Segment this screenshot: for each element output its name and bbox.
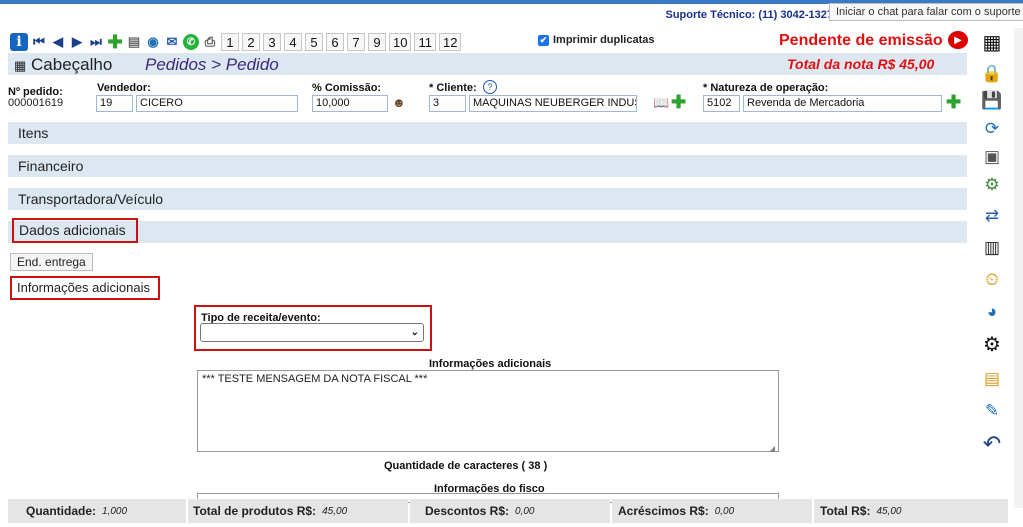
calculator-icon[interactable]: ▣ bbox=[980, 145, 1004, 169]
invoice-total: Total da nota R$ 45,00 bbox=[787, 56, 935, 72]
additions-value: 0,00 bbox=[714, 505, 735, 517]
grand-total-label: Total R$: bbox=[820, 504, 871, 518]
additional-data-highlight[interactable]: Dados adicionais bbox=[12, 218, 138, 243]
footer-total: Total R$: 45,00 bbox=[814, 499, 1008, 523]
section-carrier[interactable]: Transportadora/Veículo bbox=[8, 188, 967, 210]
section-items[interactable]: Itens bbox=[8, 122, 967, 144]
breadcrumb: Pedidos > Pedido bbox=[145, 55, 279, 74]
globe-icon[interactable]: ◉ bbox=[145, 34, 161, 50]
delivery-address-tab[interactable]: End. entrega bbox=[10, 253, 93, 271]
footer-additions: Acréscimos R$: 0,00 bbox=[612, 499, 812, 523]
settings-globe-icon[interactable]: ⚙ bbox=[980, 173, 1004, 197]
seller-label: Vendedor: bbox=[97, 82, 151, 94]
page-title-text: Cabeçalho bbox=[31, 55, 113, 74]
nature-name-input[interactable]: Revenda de Mercadoria bbox=[743, 95, 942, 112]
people-icon[interactable]: ☻ bbox=[392, 95, 406, 110]
products-total-label: Total de produtos R$: bbox=[193, 504, 317, 518]
book-icon[interactable]: 📖 bbox=[653, 95, 669, 111]
products-total-value: 45,00 bbox=[322, 505, 348, 517]
print-option-5[interactable]: 5 bbox=[305, 33, 323, 51]
grid-icon: ▦ bbox=[14, 58, 27, 73]
chevron-down-icon: ⌄ bbox=[410, 327, 419, 338]
print-option-1[interactable]: 1 bbox=[221, 33, 239, 51]
video-help-icon[interactable]: ▶ bbox=[948, 31, 968, 49]
print-option-6[interactable]: 6 bbox=[326, 33, 344, 51]
gears-icon[interactable]: ⚙ bbox=[980, 332, 1004, 356]
apps-grid-icon[interactable]: ▦ bbox=[980, 30, 1004, 54]
add-icon[interactable]: ✚ bbox=[107, 32, 123, 52]
document-icon[interactable]: ▤ bbox=[126, 34, 142, 50]
printer-icon[interactable]: ⎙ bbox=[202, 34, 218, 50]
add-nature-icon[interactable]: ✚ bbox=[946, 92, 961, 113]
checkbox-checked-icon[interactable]: ✔ bbox=[538, 34, 549, 46]
info-icon[interactable]: i bbox=[10, 33, 28, 51]
additional-info-tab[interactable]: Informações adicionais bbox=[10, 276, 160, 300]
footer-discounts: Descontos R$: 0,00 bbox=[410, 499, 610, 523]
discounts-label: Descontos R$: bbox=[425, 504, 510, 518]
first-record-icon[interactable]: ⏮ bbox=[31, 34, 47, 50]
print-option-9[interactable]: 9 bbox=[368, 33, 386, 51]
status-text: Pendente de emissão bbox=[779, 32, 943, 49]
print-option-12[interactable]: 12 bbox=[438, 33, 462, 51]
toolbar: i ⏮ ◀ ▶ ⏭ ✚ ▤ ◉ ✉ ✆ ⎙ 1 2 3 4 5 6 7 9 10… bbox=[10, 32, 462, 52]
scrollbar[interactable] bbox=[1014, 28, 1023, 508]
barcode-icon[interactable]: ▥ bbox=[980, 236, 1004, 260]
transfer-icon[interactable]: ⇄ bbox=[980, 204, 1004, 228]
additional-info-title: Informações adicionais bbox=[429, 358, 552, 370]
chat-tooltip: Iniciar o chat para falar com o suporte bbox=[829, 3, 1023, 21]
additional-info-textarea[interactable]: *** TESTE MENSAGEM DA NOTA FISCAL *** bbox=[197, 370, 779, 452]
schedule-icon[interactable]: ⏲ bbox=[980, 268, 1004, 292]
footer-products: Total de produtos R$: 45,00 bbox=[188, 499, 408, 523]
next-record-icon[interactable]: ▶ bbox=[69, 34, 85, 50]
quantity-label: Quantidade: bbox=[26, 504, 97, 518]
additions-label: Acréscimos R$: bbox=[618, 504, 709, 518]
print-option-3[interactable]: 3 bbox=[263, 33, 281, 51]
last-record-icon[interactable]: ⏭ bbox=[88, 34, 104, 50]
refresh-icon[interactable]: ⟳ bbox=[980, 117, 1004, 141]
lock-icon[interactable]: 🔒 bbox=[980, 62, 1004, 86]
operation-nature-label: * Natureza de operação: bbox=[703, 82, 829, 94]
client-label: * Cliente: bbox=[429, 82, 477, 94]
client-name-input[interactable]: MAQUINAS NEUBERGER INDUSTRIA bbox=[469, 95, 637, 112]
quantity-value: 1,000 bbox=[102, 505, 128, 517]
save-icon[interactable]: 💾 bbox=[980, 89, 1004, 113]
discounts-value: 0,00 bbox=[515, 505, 535, 517]
whatsapp-icon[interactable]: ✆ bbox=[183, 34, 199, 50]
client-code-input[interactable]: 3 bbox=[429, 95, 466, 112]
back-arrow-icon[interactable]: ↶ bbox=[980, 431, 1004, 456]
character-count: Quantidade de caracteres ( 38 ) bbox=[384, 460, 548, 472]
commission-input[interactable]: 10,000 bbox=[312, 95, 388, 112]
add-client-icon[interactable]: ✚ bbox=[671, 92, 686, 113]
print-option-11[interactable]: 11 bbox=[414, 33, 436, 51]
help-icon[interactable]: ? bbox=[483, 80, 497, 94]
revenue-type-select[interactable]: ⌄ bbox=[200, 323, 424, 342]
nature-code-input[interactable]: 5102 bbox=[703, 95, 740, 112]
grand-total-value: 45,00 bbox=[876, 505, 902, 517]
print-option-7[interactable]: 7 bbox=[347, 33, 365, 51]
seller-code-input[interactable]: 19 bbox=[96, 95, 133, 112]
seller-name-input[interactable]: CICERO bbox=[136, 95, 298, 112]
edit-document-icon[interactable]: ✎ bbox=[980, 399, 1004, 423]
print-duplicates-label: Imprimir duplicatas bbox=[553, 34, 655, 46]
print-option-10[interactable]: 10 bbox=[389, 33, 412, 51]
presentation-icon[interactable]: ▤ bbox=[980, 367, 1004, 391]
footer-quantity: Quantidade: 1,000 bbox=[8, 499, 186, 523]
section-additional-data[interactable] bbox=[8, 221, 967, 243]
print-option-4[interactable]: 4 bbox=[284, 33, 302, 51]
section-financial[interactable]: Financeiro bbox=[8, 155, 967, 177]
order-number-value: 000001619 bbox=[8, 97, 64, 109]
email-icon[interactable]: ✉ bbox=[164, 34, 180, 50]
previous-record-icon[interactable]: ◀ bbox=[50, 34, 66, 50]
resize-handle-icon[interactable]: ◢ bbox=[769, 444, 775, 453]
commission-label: % Comissão: bbox=[312, 82, 382, 94]
page-title: ▦ Cabeçalho bbox=[14, 55, 112, 75]
support-phone: Suporte Técnico: (11) 3042-1327 bbox=[665, 9, 833, 21]
print-duplicates-toggle[interactable]: ✔ Imprimir duplicatas bbox=[538, 34, 654, 46]
print-option-2[interactable]: 2 bbox=[242, 33, 260, 51]
chart-pie-icon[interactable]: ◕ bbox=[980, 300, 1004, 324]
